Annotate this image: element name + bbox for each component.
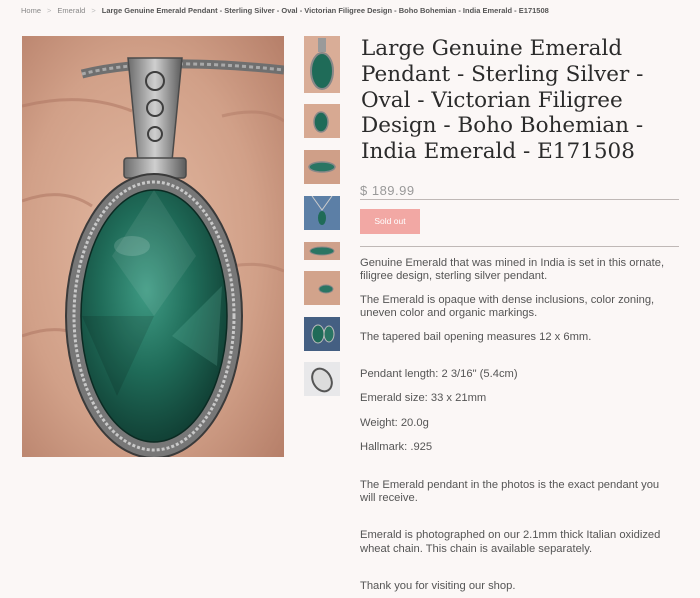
thumbnail-8[interactable]	[304, 362, 340, 396]
divider	[360, 246, 679, 247]
thumbnail-3[interactable]	[304, 150, 340, 184]
sold-out-button[interactable]: Sold out	[360, 209, 420, 234]
divider	[360, 199, 679, 200]
breadcrumb-current: Large Genuine Emerald Pendant - Sterling…	[101, 6, 549, 15]
thumbnail-4[interactable]	[304, 196, 340, 230]
breadcrumb: Home > Emerald > Large Genuine Emerald Penda…	[21, 6, 549, 15]
description-paragraph: The tapered bail opening measures 12 x 6…	[360, 330, 592, 343]
description-paragraph: The Emerald is opaque with dense inclusi…	[360, 293, 655, 320]
description-paragraph: Emerald is photographed on our 2.1mm thi…	[360, 529, 661, 555]
breadcrumb-category-link[interactable]: Emerald	[57, 6, 85, 15]
breadcrumb-separator: >	[47, 6, 52, 15]
description-paragraph: Genuine Emerald that was mined in India …	[360, 257, 665, 283]
breadcrumb-separator: >	[91, 6, 96, 15]
thumbnail-5[interactable]	[304, 242, 340, 260]
product-info: Large Genuine Emerald Pendant - Sterling…	[360, 36, 680, 592]
thumbnail-7[interactable]	[304, 317, 340, 351]
pendant-photo-graphic	[22, 36, 284, 457]
breadcrumb-home-link[interactable]: Home	[21, 6, 41, 15]
thumbnail-1[interactable]	[304, 36, 340, 93]
spec-hallmark: Hallmark: .925	[360, 441, 433, 454]
spec-weight: Weight: 20.0g	[360, 416, 429, 429]
thumbnail-2[interactable]	[304, 104, 340, 138]
thumbnail-6[interactable]	[304, 271, 340, 305]
product-description: Genuine Emerald that was mined in India …	[360, 257, 670, 594]
product-title: Large Genuine Emerald Pendant - Sterling…	[361, 36, 644, 165]
description-paragraph: Thank you for visiting our shop.	[360, 580, 516, 593]
spec-pendant-length: Pendant length: 2 3/16" (5.4cm)	[360, 368, 518, 381]
spec-emerald-size: Emerald size: 33 x 21mm	[360, 392, 487, 405]
main-product-image[interactable]	[22, 36, 284, 457]
product-price: $ 189.99	[360, 182, 415, 198]
description-paragraph: The Emerald pendant in the photos is the…	[360, 478, 660, 505]
